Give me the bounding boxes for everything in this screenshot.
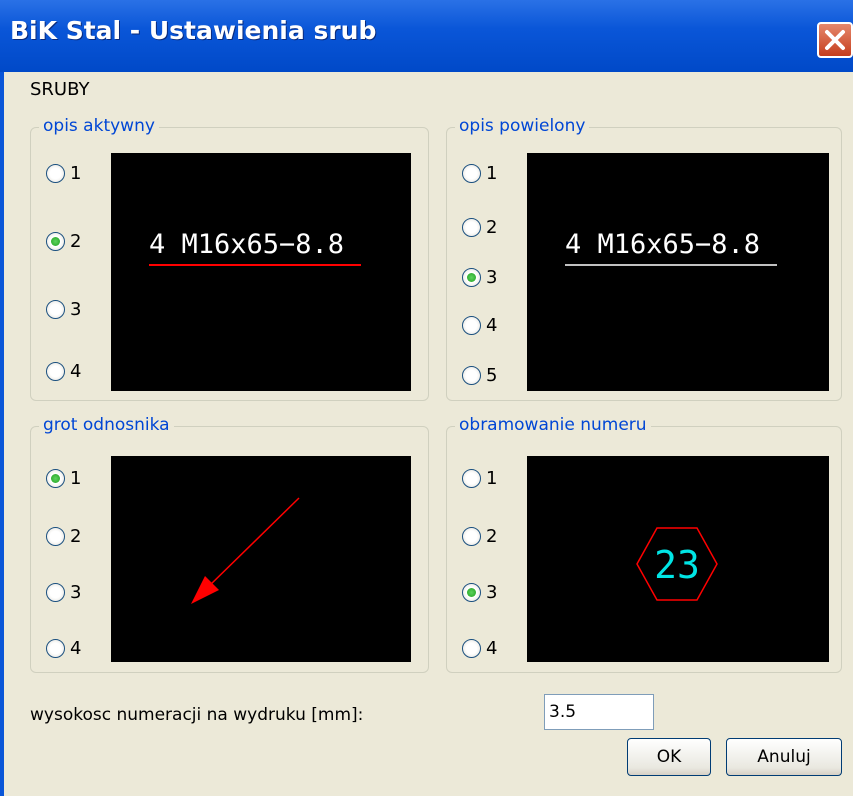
section-title: SRUBY <box>30 79 90 100</box>
radio-option[interactable]: 3 <box>462 264 497 290</box>
group-opis-powielony: opis powielony 1 2 3 4 5 4 M16x65−8.8 <box>446 116 842 401</box>
radio-option[interactable]: 4 <box>46 635 81 661</box>
close-icon <box>825 30 845 50</box>
radio-option[interactable]: 1 <box>46 465 81 491</box>
radio-button[interactable] <box>462 315 481 335</box>
radio-button[interactable] <box>462 217 481 237</box>
radio-button[interactable] <box>46 231 65 251</box>
group-legend: opis powielony <box>455 116 590 136</box>
radio-option[interactable]: 1 <box>462 465 497 491</box>
radio-option[interactable]: 2 <box>46 523 81 549</box>
radio-button[interactable] <box>462 365 481 385</box>
radio-button[interactable] <box>46 163 65 183</box>
radio-option[interactable]: 3 <box>462 579 497 605</box>
radio-option[interactable]: 1 <box>46 160 81 186</box>
radio-button[interactable] <box>46 582 65 602</box>
radio-label: 2 <box>70 525 82 547</box>
radio-label: 3 <box>486 581 498 603</box>
radio-option[interactable]: 4 <box>462 312 497 338</box>
radio-button[interactable] <box>462 638 481 658</box>
radio-option[interactable]: 1 <box>462 160 497 186</box>
radio-label: 2 <box>486 525 498 547</box>
radio-button[interactable] <box>462 468 481 488</box>
preview-opis-aktywny: 4 M16x65−8.8 <box>111 153 411 391</box>
radio-button[interactable] <box>46 526 65 546</box>
radio-option[interactable]: 2 <box>46 228 81 254</box>
preview-opis-powielony: 4 M16x65−8.8 <box>527 153 829 391</box>
radio-label: 3 <box>70 581 82 603</box>
radio-label: 4 <box>486 314 498 336</box>
radio-button[interactable] <box>462 582 481 602</box>
group-opis-aktywny: opis aktywny 1 2 3 4 4 M16x65−8.8 <box>30 116 429 401</box>
radio-option[interactable]: 4 <box>46 358 81 384</box>
ok-button[interactable]: OK <box>627 738 711 776</box>
radio-button[interactable] <box>462 163 481 183</box>
group-legend: grot odnosnika <box>39 415 174 435</box>
radio-option[interactable]: 3 <box>46 579 81 605</box>
group-legend: obramowanie numeru <box>455 415 651 435</box>
radio-option[interactable]: 2 <box>462 214 497 240</box>
radio-label: 1 <box>486 162 498 184</box>
height-label: wysokosc numeracji na wydruku [mm]: <box>30 705 364 725</box>
radio-label: 3 <box>70 298 82 320</box>
window-title: BiK Stal - Ustawienia srub <box>10 16 377 45</box>
radio-option[interactable]: 3 <box>46 296 81 322</box>
radio-button[interactable] <box>462 267 481 287</box>
cancel-button[interactable]: Anuluj <box>726 738 842 776</box>
radio-label: 1 <box>70 162 82 184</box>
preview-grot-odnosnika <box>111 456 411 662</box>
radio-option[interactable]: 5 <box>462 362 497 388</box>
radio-button[interactable] <box>462 526 481 546</box>
radio-label: 1 <box>70 467 82 489</box>
group-grot-odnosnika: grot odnosnika 1 2 3 4 <box>30 415 429 673</box>
radio-label: 5 <box>486 364 498 386</box>
radio-button[interactable] <box>46 468 65 488</box>
radio-label: 2 <box>70 230 82 252</box>
radio-option[interactable]: 2 <box>462 523 497 549</box>
close-button[interactable] <box>817 22 853 58</box>
radio-label: 2 <box>486 216 498 238</box>
radio-button[interactable] <box>46 361 65 381</box>
title-bar: BiK Stal - Ustawienia srub <box>0 0 853 72</box>
preview-label-text: 4 M16x65−8.8 <box>565 229 760 260</box>
group-legend: opis aktywny <box>39 116 159 136</box>
radio-option[interactable]: 4 <box>462 635 497 661</box>
preview-obramowanie-numeru: 23 <box>527 456 829 662</box>
height-input[interactable] <box>544 694 654 730</box>
radio-label: 1 <box>486 467 498 489</box>
radio-label: 4 <box>70 360 82 382</box>
radio-button[interactable] <box>46 299 65 319</box>
radio-label: 4 <box>486 637 498 659</box>
radio-label: 3 <box>486 266 498 288</box>
radio-label: 4 <box>70 637 82 659</box>
group-obramowanie-numeru: obramowanie numeru 1 2 3 4 23 <box>446 415 842 673</box>
preview-label-text: 4 M16x65−8.8 <box>149 229 344 260</box>
radio-button[interactable] <box>46 638 65 658</box>
arrow-icon <box>191 497 300 604</box>
preview-number: 23 <box>654 543 700 587</box>
